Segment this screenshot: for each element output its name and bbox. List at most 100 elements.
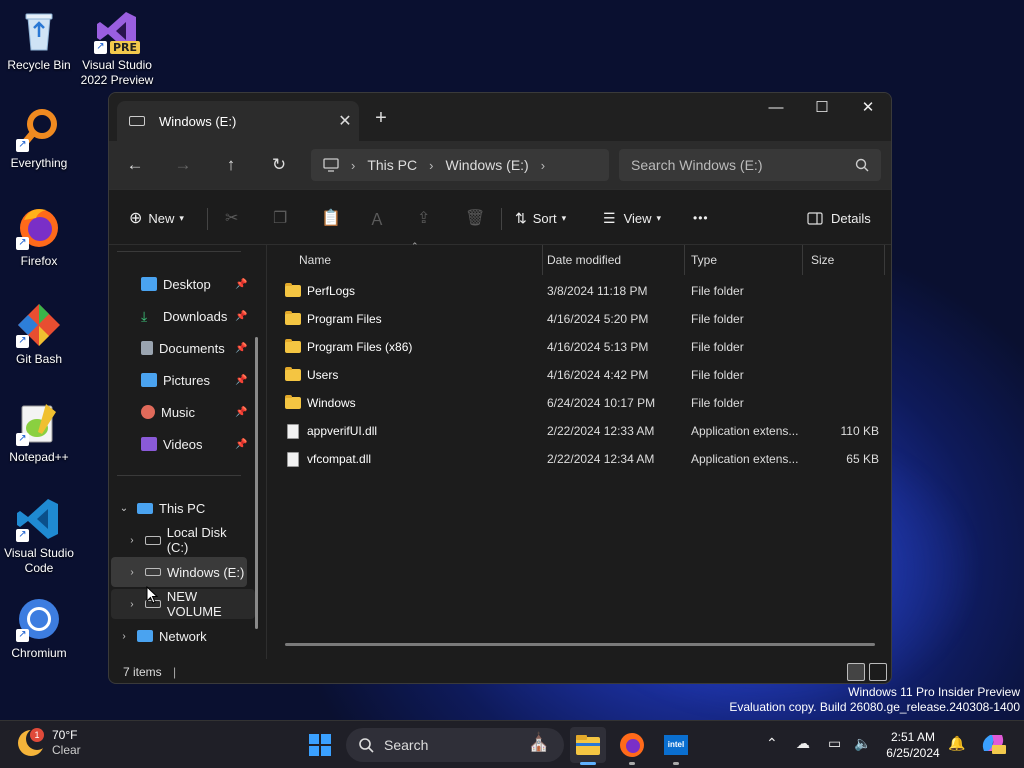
desktop-icon-label: Visual Studio 2022 Preview [80,58,154,87]
file-type: File folder [691,396,744,410]
sort-button[interactable]: ⇅ Sort ▾ [515,204,566,232]
chevron-right-icon[interactable]: › [125,599,139,610]
nav-label: Desktop [163,276,211,292]
minimize-button[interactable]: — [753,93,799,125]
desktop-icon-notepad-plus-plus[interactable]: ↗ Notepad++ [0,400,78,465]
view-button[interactable]: ☰ View ▾ [603,204,661,232]
breadcrumb-windows-e[interactable]: Windows (E:) [445,157,528,173]
search-input[interactable]: Search Windows (E:) [619,149,881,181]
status-bar: 7 items | [109,659,891,683]
desktop-icon-visual-studio[interactable]: ↗ PRE Visual Studio 2022 Preview [78,8,156,88]
explorer-tab[interactable]: Windows (E:) ✕ [117,101,359,141]
nav-item-windows-e[interactable]: › Windows (E:) [111,557,247,587]
nav-item-videos[interactable]: Videos 📌 [141,429,251,459]
tab-close-icon[interactable]: ✕ [331,111,359,131]
chevron-right-icon[interactable]: › [541,158,545,173]
chevron-right-icon[interactable]: › [125,567,139,578]
delete-button[interactable]: 🗑 [465,204,485,232]
file-date: 4/16/2024 4:42 PM [547,368,649,382]
nav-item-local-disk-c[interactable]: › Local Disk (C:) [125,525,251,555]
chevron-down-icon[interactable]: ⌄ [117,503,131,514]
recycle-bin-icon [16,8,62,54]
paste-button[interactable]: 📋 [321,204,341,232]
chevron-right-icon[interactable]: › [125,535,139,546]
breadcrumb[interactable]: › This PC › Windows (E:) › [311,149,609,181]
close-window-button[interactable]: ✕ [845,93,891,125]
table-row[interactable]: PerfLogs 3/8/2024 11:18 PM File folder [283,277,883,305]
weather-desc: Clear [52,743,81,757]
nav-label: Downloads [163,308,228,324]
file-date: 6/24/2024 10:17 PM [547,396,656,410]
pin-icon: 📌 [235,342,248,354]
running-app-indicator [673,762,679,765]
preview-badge: PRE [109,41,140,54]
nav-item-new-volume[interactable]: › NEW VOLUME [111,589,255,619]
column-header-size[interactable]: Size [803,245,885,275]
new-button[interactable]: ⊕ New ▾ [129,204,184,232]
table-row[interactable]: Windows 6/24/2024 10:17 PM File folder [283,389,883,417]
desktop-icon-git-bash[interactable]: ↗ Git Bash [0,302,78,367]
notification-bell-icon[interactable]: 🔔 [948,735,965,752]
breadcrumb-this-pc[interactable]: This PC [367,157,417,173]
table-row[interactable]: Users 4/16/2024 4:42 PM File folder [283,361,883,389]
shortcut-arrow-icon: ↗ [94,41,107,54]
chevron-right-icon[interactable]: › [117,631,131,642]
taskbar-file-explorer[interactable] [570,727,606,765]
details-button[interactable]: Details [807,204,871,232]
forward-button[interactable]: → [165,151,201,179]
nav-item-documents[interactable]: Documents 📌 [141,333,251,363]
table-row[interactable]: vfcompat.dll 2/22/2024 12:34 AM Applicat… [283,445,883,473]
nav-item-downloads[interactable]: ⤓ Downloads 📌 [141,301,251,331]
nav-item-this-pc[interactable]: ⌄ This PC [117,493,251,523]
table-row[interactable]: Program Files 4/16/2024 5:20 PM File fol… [283,305,883,333]
new-tab-button[interactable]: + [367,105,395,133]
column-header-date[interactable]: Date modified [539,245,685,275]
chevron-right-icon: › [429,157,434,173]
column-header-type[interactable]: Type [683,245,803,275]
back-button[interactable]: ← [117,151,153,179]
tiles-view-button[interactable] [869,663,887,681]
firefox-icon: ↗ [16,204,62,250]
nav-item-network[interactable]: › Network [117,621,251,651]
taskbar-intel[interactable]: intel [658,727,694,765]
table-row[interactable]: Program Files (x86) 4/16/2024 5:13 PM Fi… [283,333,883,361]
copilot-icon[interactable] [980,731,1006,758]
copy-button[interactable]: ❐ [273,204,287,232]
share-button[interactable]: ⇪ [417,204,430,232]
more-options-button[interactable]: ••• [693,204,709,232]
volume-icon[interactable]: 🔈 [854,735,871,752]
file-type: Application extens... [691,424,799,438]
watermark-line: Evaluation copy. Build 26080.ge_release.… [729,700,1020,714]
maximize-button[interactable]: ☐ [799,93,845,125]
desktop-icon-firefox[interactable]: ↗ Firefox [0,204,78,269]
table-row[interactable]: appverifUI.dll 2/22/2024 12:33 AM Applic… [283,417,883,445]
rename-button[interactable]: Ａ [369,204,385,232]
desktop-icon-label: Visual Studio Code [4,546,74,575]
onedrive-icon[interactable]: ☁ [796,735,810,752]
taskbar-firefox[interactable] [614,727,650,765]
desktop-icon-recycle-bin[interactable]: Recycle Bin [0,8,78,73]
file-size [813,333,879,361]
horizontal-scrollbar[interactable] [285,643,875,646]
weather-widget[interactable]: 1 70°F Clear [18,728,81,758]
show-hidden-icons[interactable]: ⌃ [766,735,778,752]
cut-button[interactable]: ✂ [225,204,238,232]
shortcut-arrow-icon: ↗ [16,139,29,152]
start-button[interactable] [302,727,338,763]
display-icon[interactable]: ▭ [828,735,841,752]
nav-item-pictures[interactable]: Pictures 📌 [141,365,251,395]
desktop-icon-everything[interactable]: ↗ Everything [0,106,78,171]
desktop-icon-chromium[interactable]: ↗ Chromium [0,596,78,661]
nav-scrollbar[interactable] [255,337,258,629]
desktop-icon-vscode[interactable]: ↗ Visual Studio Code [0,496,78,576]
details-view-button[interactable] [847,663,865,681]
nav-item-music[interactable]: Music 📌 [141,397,251,427]
desktop-icon-label: Firefox [20,254,58,268]
nav-item-desktop[interactable]: Desktop 📌 [141,269,251,299]
taskbar-search[interactable]: Search ⛪ [346,728,564,762]
desktop-icon-label: Notepad++ [9,450,69,464]
taskbar-clock[interactable]: 2:51 AM 6/25/2024 [880,729,946,761]
up-button[interactable]: ↑ [213,151,249,179]
refresh-button[interactable]: ↻ [261,151,297,179]
column-header-name[interactable]: Name [291,245,543,275]
